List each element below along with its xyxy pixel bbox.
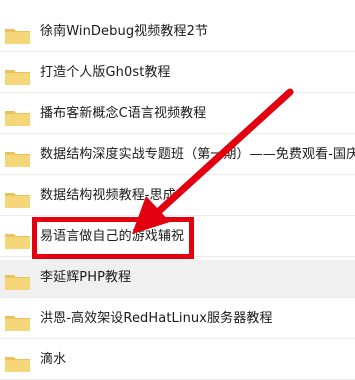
list-item-c-language-folder[interactable]: 播布客新概念C语言视频教程 [0, 96, 355, 134]
list-item-label: 数据结构深度实战专题班（第一期）——免费观看-国庆 [40, 147, 355, 162]
folder-icon [5, 111, 30, 126]
list-item-label: 打造个人版Gh0st教程 [40, 65, 171, 80]
list-item-windebug-folder[interactable]: 徐南WinDebug视频教程2节 [0, 14, 355, 52]
list-item-dishui-folder[interactable]: 滴水 [0, 342, 355, 380]
list-item-label: 李延辉PHP教程 [40, 270, 132, 285]
list-item-label: 徐南WinDebug视频教程2节 [40, 24, 209, 39]
folder-icon [5, 152, 30, 167]
folder-icon [5, 275, 30, 290]
file-list: 徐南WinDebug视频教程2节 打造个人版Gh0st教程 播布客新概念C语言视… [0, 0, 355, 380]
list-item-php-folder[interactable]: 李延辉PHP教程 [0, 260, 355, 298]
folder-icon [5, 357, 30, 372]
folder-icon [5, 70, 30, 85]
folder-icon [5, 234, 30, 249]
highlight-box [32, 217, 194, 259]
folder-icon [5, 193, 30, 208]
list-item-label: 播布客新概念C语言视频教程 [40, 106, 207, 121]
list-item-redhat-linux-folder[interactable]: 洪恩-高效架设RedHatLinux服务器教程 [0, 301, 355, 339]
list-item-gh0st-folder[interactable]: 打造个人版Gh0st教程 [0, 55, 355, 93]
list-item-data-structure-video-folder[interactable]: 数据结构视频教程-思成 [0, 178, 355, 216]
folder-icon [5, 29, 30, 44]
list-item-label: 滴水 [40, 352, 67, 367]
list-item-label: 洪恩-高效架设RedHatLinux服务器教程 [40, 311, 273, 326]
list-item-data-structure-class-folder[interactable]: 数据结构深度实战专题班（第一期）——免费观看-国庆 [0, 137, 355, 175]
folder-icon [5, 316, 30, 331]
list-item-label: 数据结构视频教程-思成 [40, 188, 176, 203]
